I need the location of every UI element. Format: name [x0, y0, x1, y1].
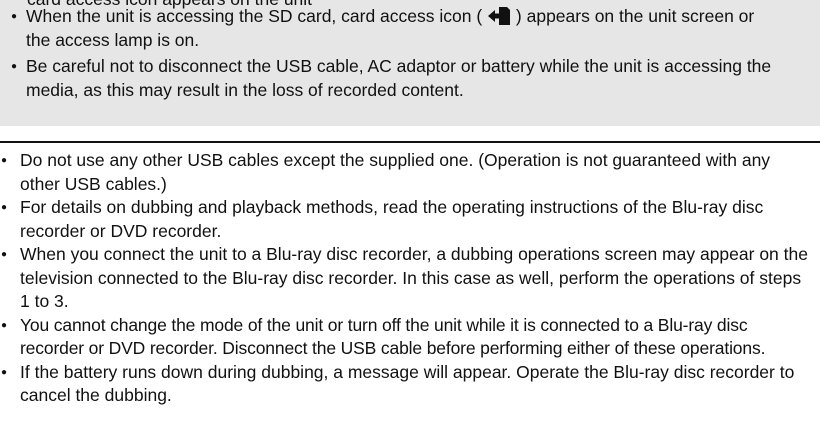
list-item: If the battery runs down during dubbing,…: [0, 361, 808, 408]
list-item: For details on dubbing and playback meth…: [0, 196, 808, 243]
section-divider: [0, 141, 820, 143]
list-item: Do not use any other USB cables except t…: [0, 149, 808, 196]
list-item-access: When the unit is accessing the SD card, …: [0, 5, 780, 52]
access-text-before: When the unit is accessing the SD card, …: [26, 6, 488, 26]
list-item: When you connect the unit to a Blu-ray d…: [0, 243, 808, 314]
notes-list: Do not use any other USB cables except t…: [0, 149, 808, 408]
list-item: You cannot change the mode of the unit o…: [0, 314, 808, 361]
card-access-icon: [488, 7, 511, 25]
note-box-list: When the unit is accessing the SD card, …: [0, 5, 780, 105]
list-item-disconnect: Be careful not to disconnect the USB cab…: [0, 55, 780, 102]
note-box: card access icon appears on the unit Whe…: [0, 0, 820, 126]
